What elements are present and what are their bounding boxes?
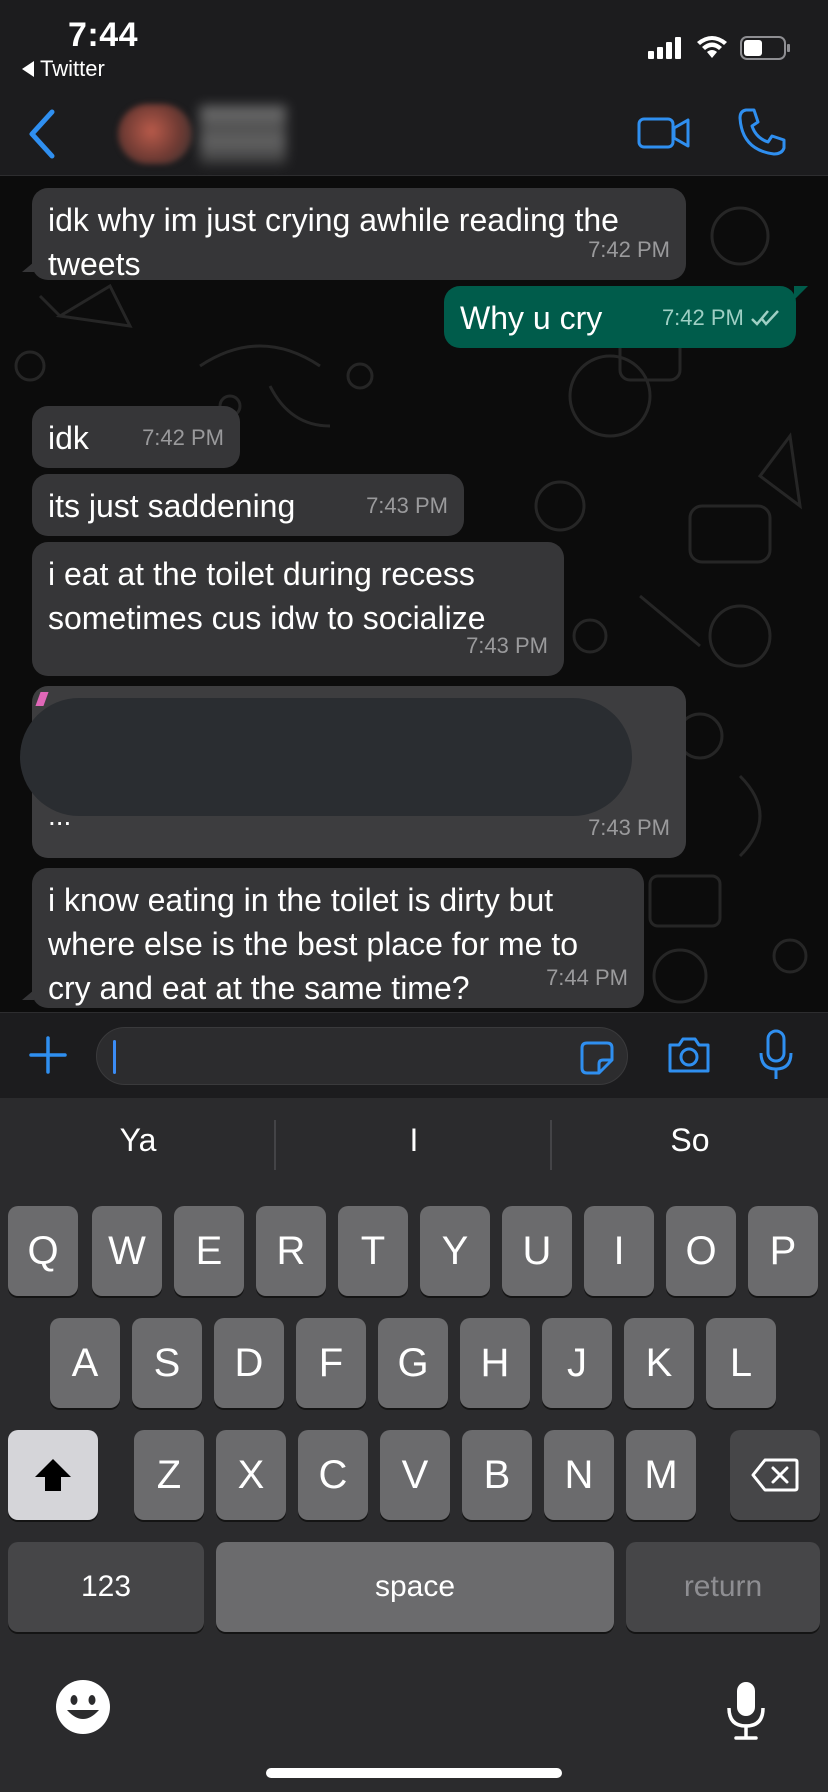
chevron-left-icon[interactable] (22, 106, 62, 162)
key-v[interactable]: V (380, 1430, 450, 1520)
status-bar: 7:44 Twitter (0, 0, 828, 92)
backspace-key[interactable] (730, 1430, 820, 1520)
text-caret (113, 1040, 116, 1074)
predictive-suggestions: Ya I So (0, 1098, 828, 1198)
status-icons (648, 36, 792, 60)
back-app-label: Twitter (40, 56, 105, 81)
key-f[interactable]: F (296, 1318, 366, 1408)
redaction-overlay (20, 698, 632, 816)
shift-key[interactable] (8, 1430, 98, 1520)
message-bubble-incoming[interactable]: i eat at the toilet during recess someti… (32, 542, 564, 676)
return-key[interactable]: return (626, 1542, 820, 1632)
message-time: 7:43 PM (588, 815, 670, 840)
key-a[interactable]: A (50, 1318, 120, 1408)
key-u[interactable]: U (502, 1206, 572, 1296)
dictation-icon[interactable] (726, 1680, 766, 1742)
message-bubble-outgoing[interactable]: Why u cry 7:42 PM (444, 286, 808, 348)
key-m[interactable]: M (626, 1430, 696, 1520)
key-e[interactable]: E (174, 1206, 244, 1296)
message-bubble-incoming[interactable]: idk why im just crying awhile reading th… (22, 188, 686, 282)
message-bubble-incoming-redacted[interactable]: ... 7:43 PM (20, 686, 686, 858)
key-n[interactable]: N (544, 1430, 614, 1520)
key-c[interactable]: C (298, 1430, 368, 1520)
key-h[interactable]: H (460, 1318, 530, 1408)
shift-icon (35, 1459, 71, 1491)
signal-icon (648, 37, 681, 59)
chat-area[interactable]: idk why im just crying awhile reading th… (0, 176, 828, 1012)
message-input[interactable] (96, 1027, 628, 1085)
key-j[interactable]: J (542, 1318, 612, 1408)
key-z[interactable]: Z (134, 1430, 204, 1520)
key-l[interactable]: L (706, 1318, 776, 1408)
message-bubble-incoming[interactable]: i know eating in the toilet is dirty but… (22, 868, 644, 1008)
space-key[interactable]: space (216, 1542, 614, 1632)
back-triangle-icon (22, 61, 34, 77)
microphone-icon[interactable] (758, 1029, 794, 1081)
chat-header (0, 92, 828, 176)
message-input-bar (0, 1012, 828, 1098)
pink-mark (35, 692, 49, 706)
wifi-icon (697, 36, 727, 58)
keyboard: Ya I So Q W E R T Y U I O P A S D F G H … (0, 1098, 828, 1792)
message-bubble-incoming[interactable]: idk 7:42 PM (32, 406, 240, 468)
key-i[interactable]: I (584, 1206, 654, 1296)
message-text: i know eating in the toilet is dirty but… (48, 882, 579, 1006)
key-b[interactable]: B (462, 1430, 532, 1520)
key-y[interactable]: Y (420, 1206, 490, 1296)
video-camera-icon[interactable] (636, 110, 692, 156)
key-p[interactable]: P (748, 1206, 818, 1296)
key-t[interactable]: T (338, 1206, 408, 1296)
plus-icon[interactable] (28, 1035, 68, 1075)
emoji-icon[interactable] (54, 1678, 112, 1736)
camera-icon[interactable] (666, 1035, 712, 1075)
back-to-app-link[interactable]: Twitter (22, 56, 105, 82)
key-k[interactable]: K (624, 1318, 694, 1408)
message-time: 7:42 PM (142, 425, 224, 450)
key-g[interactable]: G (378, 1318, 448, 1408)
key-d[interactable]: D (214, 1318, 284, 1408)
suggestion-2[interactable]: I (276, 1122, 552, 1159)
backspace-icon (751, 1458, 799, 1492)
message-time: 7:44 PM (546, 965, 628, 990)
key-q[interactable]: Q (8, 1206, 78, 1296)
status-time: 7:44 (68, 16, 139, 54)
key-o[interactable]: O (666, 1206, 736, 1296)
phone-icon[interactable] (736, 106, 786, 158)
battery-icon (740, 36, 790, 60)
suggestion-1[interactable]: Ya (0, 1122, 276, 1159)
key-x[interactable]: X (216, 1430, 286, 1520)
message-bubble-incoming[interactable]: its just saddening 7:43 PM (32, 474, 464, 536)
suggestion-3[interactable]: So (552, 1122, 828, 1159)
message-time: 7:43 PM (466, 633, 548, 658)
message-time: 7:42 PM (588, 237, 670, 262)
home-indicator[interactable] (266, 1768, 562, 1778)
double-check-read-icon (751, 310, 779, 326)
message-time: 7:43 PM (366, 493, 448, 518)
key-r[interactable]: R (256, 1206, 326, 1296)
key-s[interactable]: S (132, 1318, 202, 1408)
contact-avatar[interactable] (118, 104, 192, 164)
numbers-key[interactable]: 123 (8, 1542, 204, 1632)
key-w[interactable]: W (92, 1206, 162, 1296)
message-text: ... (48, 800, 72, 831)
message-text: idk why im just crying awhile reading th… (48, 202, 619, 282)
contact-name-redacted[interactable] (200, 106, 286, 164)
message-time: 7:42 PM (662, 296, 782, 340)
sticker-icon[interactable] (579, 1040, 615, 1076)
